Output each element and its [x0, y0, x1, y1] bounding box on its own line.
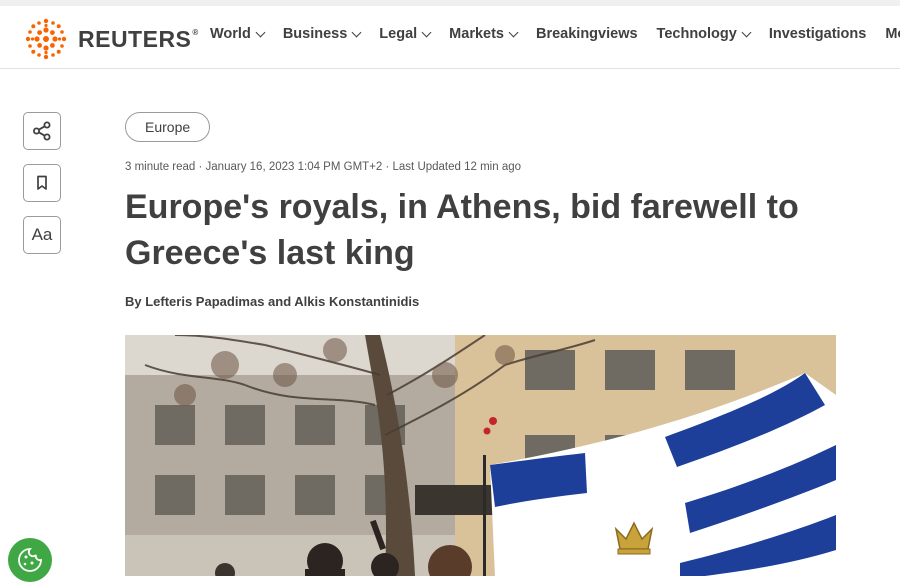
- nav-breakingviews[interactable]: Breakingviews: [536, 26, 638, 42]
- nav-more[interactable]: More: [885, 26, 900, 42]
- nav-legal[interactable]: Legal: [379, 26, 432, 42]
- font-size-button[interactable]: Aa: [23, 216, 61, 254]
- nav-business[interactable]: Business: [283, 26, 362, 42]
- reuters-logo-icon: [25, 18, 67, 60]
- nav-markets[interactable]: Markets: [449, 26, 519, 42]
- chevron-down-icon: [421, 27, 432, 38]
- cookie-icon: [18, 548, 42, 572]
- share-icon: [33, 121, 51, 141]
- main-nav: World Business Legal Markets Breakingvie…: [210, 26, 900, 42]
- section-tag[interactable]: Europe: [125, 112, 211, 142]
- font-size-label: Aa: [31, 225, 53, 244]
- cookie-settings-button[interactable]: [8, 538, 52, 582]
- nav-world[interactable]: World: [210, 26, 266, 42]
- site-header: REUTERS® World Business Legal Markets Br…: [0, 6, 900, 69]
- bookmark-icon: [37, 175, 47, 190]
- bookmark-button[interactable]: [23, 164, 61, 202]
- nav-investigations[interactable]: Investigations: [769, 26, 867, 42]
- article-photo[interactable]: [125, 335, 836, 576]
- chevron-down-icon: [255, 27, 266, 38]
- logo-wordmark: REUTERS®: [78, 25, 199, 52]
- chevron-down-icon: [741, 27, 752, 38]
- share-button[interactable]: [23, 112, 61, 150]
- chevron-down-icon: [508, 27, 519, 38]
- nav-technology[interactable]: Technology: [657, 26, 752, 42]
- article-byline: By Lefteris Papadimas and Alkis Konstant…: [125, 294, 420, 309]
- chevron-down-icon: [351, 27, 362, 38]
- article-title: Europe's royals, in Athens, bid farewell…: [125, 188, 799, 272]
- reuters-logo[interactable]: REUTERS®: [22, 15, 199, 63]
- article-meta: 3 minute read · January 16, 2023 1:04 PM…: [125, 161, 522, 173]
- photo-royal-flag: [125, 335, 836, 576]
